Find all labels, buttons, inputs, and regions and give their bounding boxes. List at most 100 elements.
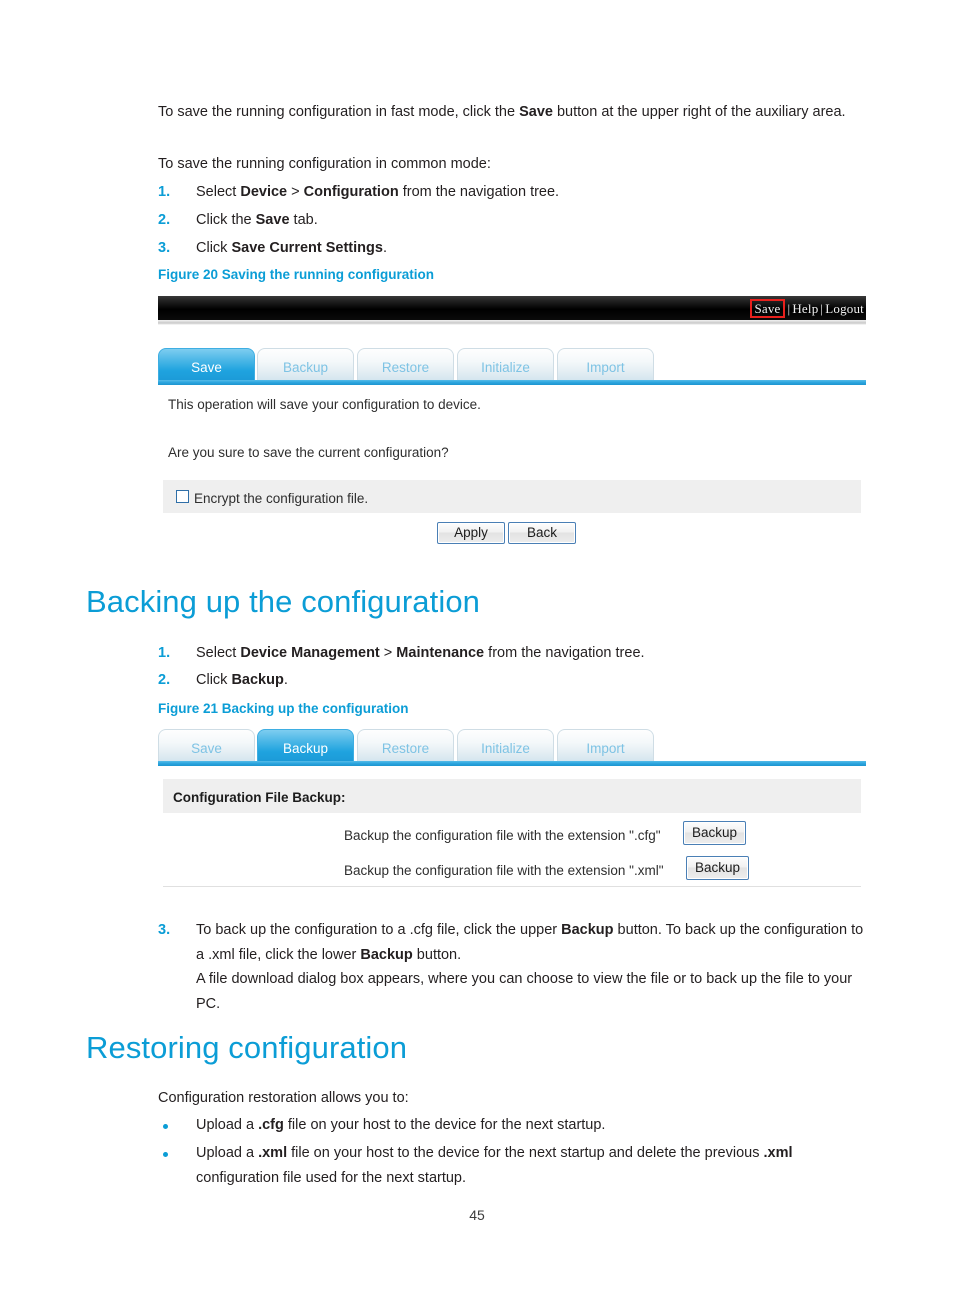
- tab-restore[interactable]: Restore: [357, 348, 454, 380]
- restoring-bullet-2-bold-xml: .xml: [763, 1145, 793, 1161]
- backup-step-3-text: To back up the configuration to a .cfg f…: [196, 918, 868, 968]
- top-bar-logout-link[interactable]: Logout: [825, 301, 864, 316]
- figure-21-caption: Figure 21 Backing up the configuration: [158, 701, 409, 716]
- backup-step-2-post: .: [283, 672, 288, 688]
- backup-step-1-bold-maintenance: Maintenance: [396, 645, 485, 661]
- backup-step-3-bold-2: Backup: [360, 947, 413, 963]
- figure-20-screenshot: Save | Help | Logout Save Backup Restore Ini…: [158, 296, 866, 558]
- backup-cfg-button[interactable]: Backup: [683, 821, 746, 845]
- backup-step-1-pre: Select: [196, 645, 241, 661]
- save-panel-line-2: Are you sure to save the current configu…: [168, 445, 449, 460]
- figure-21-tabs-underline: [158, 761, 866, 766]
- tab-import-2[interactable]: Import: [557, 729, 654, 761]
- backup-step-3-number: 3.: [158, 922, 171, 938]
- figure-21-screenshot: Save Backup Restore Initialize Import Co…: [158, 729, 866, 889]
- intro-paragraph-1: To save the running configuration in fas…: [158, 100, 868, 125]
- restoring-bullet-1-bold: .cfg: [258, 1117, 284, 1133]
- tab-restore-2-label: Restore: [381, 741, 430, 756]
- top-bar-save-link[interactable]: Save: [754, 301, 780, 316]
- restoring-intro: Configuration restoration allows you to:: [158, 1090, 409, 1106]
- document-page: To save the running configuration in fas…: [0, 0, 954, 1296]
- heading-backing-up-the-configuration: Backing up the configuration: [86, 584, 481, 619]
- top-bar-links: Save | Help | Logout: [750, 299, 864, 318]
- save-step-2-number: 2.: [158, 212, 171, 228]
- tab-backup-label: Backup: [282, 360, 329, 375]
- save-step-3-bold: Save Current Settings: [231, 240, 383, 256]
- figure-20-tabstrip: Save Backup Restore Initialize Import: [158, 348, 866, 384]
- tab-restore-2[interactable]: Restore: [357, 729, 454, 761]
- save-step-2-pre: Click the: [196, 212, 256, 228]
- save-step-1-pre: Select: [196, 184, 241, 200]
- tab-save[interactable]: Save: [158, 348, 255, 380]
- save-step-2-bold: Save: [255, 212, 290, 228]
- restoring-bullet-1-marker: [163, 1124, 168, 1129]
- tab-initialize-label: Initialize: [481, 360, 530, 375]
- restoring-bullet-2-marker: [163, 1152, 168, 1157]
- backup-step-3-bold-1: Backup: [561, 922, 614, 938]
- restoring-bullet-2-mid: file on your host to the device for the …: [287, 1145, 764, 1161]
- restoring-bullet-1-pre: Upload a: [196, 1117, 259, 1133]
- save-step-3-number: 3.: [158, 240, 171, 256]
- tab-save-2[interactable]: Save: [158, 729, 255, 761]
- page-number: 45: [469, 1207, 485, 1223]
- backup-step-1-text: Select Device Management > Maintenance f…: [196, 641, 868, 666]
- figure-20-caption: Figure 20 Saving the running configurati…: [158, 267, 435, 282]
- backup-step-1-post: from the navigation tree.: [484, 645, 645, 661]
- save-step-2-post: tab.: [289, 212, 318, 228]
- encrypt-checkbox-label: Encrypt the configuration file.: [194, 491, 369, 506]
- save-step-1-bold-configuration: Configuration: [303, 184, 399, 200]
- backup-step-3-note-line1: A file download dialog box appears, wher…: [196, 971, 804, 987]
- tab-save-label: Save: [191, 360, 222, 375]
- save-panel-line-1: This operation will save your configurat…: [168, 397, 481, 412]
- save-step-1-post: from the navigation tree.: [398, 184, 560, 200]
- apply-button[interactable]: Apply: [437, 522, 505, 544]
- save-step-1-mid: >: [287, 184, 304, 200]
- web-ui-top-bar-underline: [158, 320, 866, 325]
- save-step-3-text: Click Save Current Settings.: [196, 236, 868, 261]
- save-step-2-text: Click the Save tab.: [196, 208, 868, 233]
- tab-backup-2-label: Backup: [282, 741, 329, 756]
- backup-step-1-bold-device-management: Device Management: [240, 645, 380, 661]
- tab-import-label: Import: [586, 360, 625, 375]
- backup-step-2-text: Click Backup.: [196, 668, 868, 693]
- restoring-bullet-1-text: Upload a .cfg file on your host to the d…: [196, 1113, 868, 1138]
- tab-initialize-2[interactable]: Initialize: [457, 729, 554, 761]
- backup-step-1-number: 1.: [158, 645, 171, 661]
- save-link-highlight-box: Save: [750, 299, 785, 318]
- backup-xml-button[interactable]: Backup: [686, 856, 749, 880]
- save-step-1-number: 1.: [158, 184, 171, 200]
- figure-21-tabstrip: Save Backup Restore Initialize Import: [158, 729, 866, 765]
- tab-backup-2[interactable]: Backup: [257, 729, 354, 761]
- backup-step-2-bold: Backup: [231, 672, 284, 688]
- tab-backup[interactable]: Backup: [257, 348, 354, 380]
- top-bar-help-link[interactable]: Help: [792, 301, 818, 316]
- backup-step-3-line1-mid: button. To back up the: [613, 922, 760, 938]
- backup-cfg-row-label: Backup the configuration file with the e…: [344, 828, 661, 843]
- tab-import[interactable]: Import: [557, 348, 654, 380]
- backup-step-3-note: A file download dialog box appears, wher…: [196, 967, 868, 1017]
- tab-import-2-label: Import: [586, 741, 625, 756]
- tab-initialize-2-label: Initialize: [481, 741, 530, 756]
- back-button[interactable]: Back: [508, 522, 576, 544]
- intro-paragraph-1-pre: To save the running configuration in fas…: [158, 104, 520, 120]
- save-step-3-post: .: [382, 240, 387, 256]
- tab-initialize[interactable]: Initialize: [457, 348, 554, 380]
- intro-paragraph-2: To save the running configuration in com…: [158, 156, 491, 172]
- backup-step-3-line2-post: button.: [412, 947, 462, 963]
- restoring-bullet-1-post: file on your host to the device for the …: [283, 1117, 606, 1133]
- restoring-bullet-2-text: Upload a .xml file on your host to the d…: [196, 1141, 868, 1191]
- save-step-1-text: Select Device > Configuration from the n…: [196, 180, 868, 205]
- tab-restore-label: Restore: [381, 360, 430, 375]
- figure-20-tabs-underline: [158, 380, 866, 385]
- heading-restoring-configuration: Restoring configuration: [86, 1030, 408, 1065]
- backup-xml-row-label: Backup the configuration file with the e…: [344, 863, 664, 878]
- intro-paragraph-1-bold: Save: [519, 104, 553, 120]
- tab-save-2-label: Save: [191, 741, 222, 756]
- save-step-1-bold-device: Device: [240, 184, 288, 200]
- figure-21-bottom-divider: [163, 886, 861, 887]
- backup-step-1-mid: >: [379, 645, 397, 661]
- restoring-bullet-2-pre: Upload a: [196, 1145, 259, 1161]
- intro-paragraph-1-post: button at the upper right of the auxilia…: [552, 104, 846, 120]
- encrypt-configuration-checkbox[interactable]: [176, 490, 189, 503]
- save-step-3-pre: Click: [196, 240, 232, 256]
